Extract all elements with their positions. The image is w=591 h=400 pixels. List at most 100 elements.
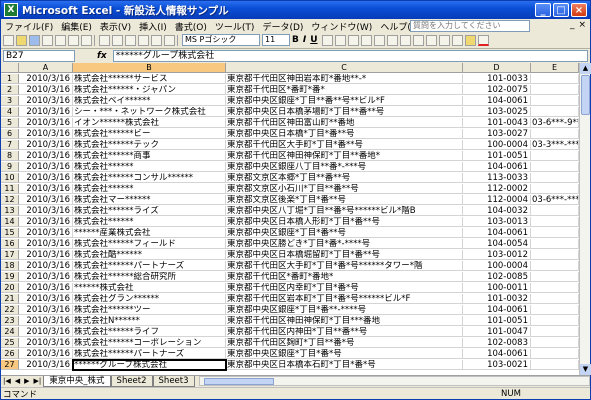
cell-a[interactable]: 2010/3/16 (19, 294, 73, 304)
cell-b[interactable]: 株式会社******パートナーズ (73, 349, 226, 359)
column-header-e[interactable]: E (531, 63, 579, 73)
cell-c[interactable]: 東京都文京区後楽*丁目*番**号 (226, 195, 463, 205)
cell-b[interactable]: 株式会社******コンサル****** (73, 173, 226, 183)
row-header[interactable]: 18 (1, 261, 19, 271)
undo-icon[interactable] (138, 34, 149, 46)
row-header[interactable]: 26 (1, 349, 19, 359)
cell-d[interactable]: 104-0061 (463, 228, 531, 238)
column-header-d[interactable]: D (463, 63, 531, 73)
menu-data[interactable]: データ(D) (258, 20, 307, 33)
cell-a[interactable]: 2010/3/16 (19, 360, 73, 370)
scroll-up-icon[interactable]: ▲ (580, 63, 591, 74)
cell-b[interactable]: ******産業株式会社 (73, 228, 226, 238)
cell-b[interactable]: 株式会社****** (73, 217, 226, 227)
percent-icon[interactable] (386, 34, 398, 46)
cell-e[interactable] (531, 107, 579, 117)
cell-e[interactable]: 03-6***-***28 (531, 195, 579, 205)
cell-d[interactable]: 112-0002 (463, 184, 531, 194)
cell-e[interactable]: 03-3***-****0 (531, 140, 579, 150)
scroll-thumb[interactable] (581, 75, 590, 115)
cell-c[interactable]: 東京都千代田区大手町*丁目*番*号******タワー*階 (226, 261, 463, 271)
cell-c[interactable]: 東京都文京区小石川*丁目**番**号 (226, 184, 463, 194)
row-header[interactable]: 20 (1, 283, 19, 293)
cell-c[interactable]: 東京都中央区八丁堀*丁目**番*号******ビル*階B (226, 206, 463, 216)
cell-e[interactable] (531, 96, 579, 106)
cell-a[interactable]: 2010/3/16 (19, 228, 73, 238)
permission-icon[interactable] (42, 34, 53, 46)
cell-b[interactable]: 株式会社N****** (73, 316, 226, 326)
row-header[interactable]: 12 (1, 195, 19, 205)
cell-a[interactable]: 2010/3/16 (19, 239, 73, 249)
first-sheet-icon[interactable]: |◀ (1, 377, 13, 385)
cell-b[interactable]: 株式会社******商事 (73, 151, 226, 161)
row-header[interactable]: 16 (1, 239, 19, 249)
cell-d[interactable]: 104-0054 (463, 239, 531, 249)
last-sheet-icon[interactable]: ▶| (32, 377, 44, 385)
cell-b[interactable]: ******グループ株式会社 (72, 359, 227, 371)
tab-sheet2[interactable]: Sheet2 (110, 375, 153, 387)
print-preview-icon[interactable] (68, 34, 79, 46)
column-header-c[interactable]: C (226, 63, 463, 73)
cell-e[interactable] (531, 206, 579, 216)
cell-e[interactable] (531, 338, 579, 348)
cell-e[interactable] (531, 217, 579, 227)
cell-e[interactable] (531, 272, 579, 282)
fill-color-icon[interactable] (464, 34, 476, 46)
menu-edit[interactable]: 編集(E) (57, 20, 96, 33)
cell-e[interactable] (531, 360, 579, 370)
workbook-minimize-button[interactable]: _ (570, 20, 575, 30)
row-header[interactable]: 3 (1, 96, 19, 106)
cell-c[interactable]: 東京都中央区日本橋堀留町*丁目*番**号 (226, 250, 463, 260)
cell-b[interactable]: 株式会社******ビー (73, 129, 226, 139)
cell-e[interactable] (531, 283, 579, 293)
cell-a[interactable]: 2010/3/16 (19, 85, 73, 95)
cell-e[interactable] (531, 85, 579, 95)
cell-a[interactable]: 2010/3/16 (19, 217, 73, 227)
cell-c[interactable]: 東京都千代田区内神田*丁目**番**号 (226, 327, 463, 337)
cell-a[interactable]: 2010/3/16 (19, 250, 73, 260)
comma-icon[interactable] (399, 34, 411, 46)
cell-a[interactable]: 2010/3/16 (19, 327, 73, 337)
increase-decimal-icon[interactable] (412, 34, 424, 46)
align-right-icon[interactable] (347, 34, 359, 46)
cell-a[interactable]: 2010/3/16 (19, 118, 73, 128)
cell-e[interactable] (531, 228, 579, 238)
cell-c[interactable]: 東京都中央区銀座*丁目*番*号 (226, 349, 463, 359)
row-header[interactable]: 7 (1, 140, 19, 150)
cut-icon[interactable] (99, 34, 110, 46)
cell-e[interactable]: 03-6***-9*** (531, 118, 579, 128)
cell-a[interactable]: 2010/3/16 (19, 140, 73, 150)
cell-b[interactable]: 株式会社******ツー (73, 305, 226, 315)
cell-d[interactable]: 103-0025 (463, 107, 531, 117)
print-icon[interactable] (55, 34, 66, 46)
underline-button[interactable]: U (310, 35, 317, 45)
font-size-select[interactable]: 11 (262, 34, 290, 46)
row-header[interactable]: 8 (1, 151, 19, 161)
row-header[interactable]: 22 (1, 305, 19, 315)
currency-icon[interactable] (373, 34, 385, 46)
cell-b[interactable]: 株式会社******フィールド (73, 239, 226, 249)
cell-e[interactable] (531, 129, 579, 139)
cell-b[interactable]: ******株式会社 (73, 283, 226, 293)
borders-icon[interactable] (451, 34, 463, 46)
column-header-b[interactable]: B (73, 63, 226, 73)
cell-b[interactable]: 株式会社酷****** (73, 250, 226, 260)
cell-d[interactable]: 104-0061 (463, 96, 531, 106)
cell-e[interactable] (531, 294, 579, 304)
maximize-button[interactable]: □ (553, 3, 569, 17)
cell-d[interactable]: 101-0043 (463, 118, 531, 128)
row-header[interactable]: 14 (1, 217, 19, 227)
row-header[interactable]: 21 (1, 294, 19, 304)
cell-d[interactable]: 101-0033 (463, 74, 531, 84)
menu-format[interactable]: 書式(O) (171, 20, 211, 33)
cell-b[interactable]: 株式会社グラン****** (73, 294, 226, 304)
row-header[interactable]: 27 (1, 360, 19, 370)
new-icon[interactable] (3, 34, 14, 46)
cell-a[interactable]: 2010/3/16 (19, 162, 73, 172)
cell-e[interactable] (531, 162, 579, 172)
cell-c[interactable]: 東京都千代田区神田神保町*丁目**番地* (226, 151, 463, 161)
row-header[interactable]: 13 (1, 206, 19, 216)
cell-d[interactable]: 104-0032 (463, 206, 531, 216)
cell-b[interactable]: 株式会社****** (73, 184, 226, 194)
row-header[interactable]: 17 (1, 250, 19, 260)
